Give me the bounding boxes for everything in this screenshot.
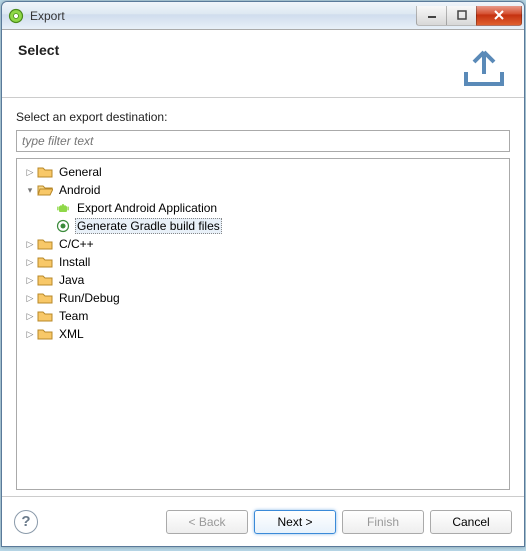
folder-icon <box>37 291 53 305</box>
expand-icon[interactable]: ▷ <box>23 327 37 341</box>
expand-icon[interactable]: ▷ <box>23 273 37 287</box>
tree-node-rundebug[interactable]: ▷ Run/Debug <box>19 289 507 307</box>
window-controls <box>416 6 522 26</box>
tree-node-export-android-app[interactable]: Export Android Application <box>19 199 507 217</box>
folder-icon <box>37 255 53 269</box>
dialog-footer: ? < Back Next > Finish Cancel <box>2 496 524 546</box>
tree-node-general[interactable]: ▷ General <box>19 163 507 181</box>
window-title: Export <box>30 9 416 23</box>
tree-node-xml[interactable]: ▷ XML <box>19 325 507 343</box>
tree-label: Team <box>57 308 90 324</box>
gradle-icon <box>55 219 71 233</box>
close-button[interactable] <box>476 6 522 26</box>
tree-label: Android <box>57 182 102 198</box>
tree-node-team[interactable]: ▷ Team <box>19 307 507 325</box>
back-button[interactable]: < Back <box>166 510 248 534</box>
destination-tree[interactable]: ▷ General ▾ Android <box>16 158 510 490</box>
tree-label: C/C++ <box>57 236 96 252</box>
maximize-button[interactable] <box>446 6 476 26</box>
expand-icon[interactable]: ▷ <box>23 255 37 269</box>
cancel-button[interactable]: Cancel <box>430 510 512 534</box>
tree-label: Run/Debug <box>57 290 122 306</box>
tree-node-generate-gradle[interactable]: Generate Gradle build files <box>19 217 507 235</box>
export-dialog: Export Select Select an export destinati… <box>1 1 525 547</box>
instruction-label: Select an export destination: <box>16 110 510 124</box>
finish-button[interactable]: Finish <box>342 510 424 534</box>
tree-node-java[interactable]: ▷ Java <box>19 271 507 289</box>
next-button[interactable]: Next > <box>254 510 336 534</box>
minimize-button[interactable] <box>416 6 446 26</box>
app-icon <box>8 8 24 24</box>
tree-label: Generate Gradle build files <box>75 218 222 234</box>
tree-node-android[interactable]: ▾ Android <box>19 181 507 199</box>
tree-label: XML <box>57 326 86 342</box>
tree-node-cpp[interactable]: ▷ C/C++ <box>19 235 507 253</box>
folder-icon <box>37 327 53 341</box>
help-button[interactable]: ? <box>14 510 38 534</box>
folder-open-icon <box>37 183 53 197</box>
expand-icon[interactable]: ▷ <box>23 291 37 305</box>
export-icon <box>460 42 508 90</box>
expand-icon[interactable]: ▷ <box>23 309 37 323</box>
folder-icon <box>37 237 53 251</box>
folder-icon <box>37 309 53 323</box>
tree-label: General <box>57 164 104 180</box>
android-icon <box>55 201 71 215</box>
dialog-content: Select an export destination: ▷ General … <box>2 98 524 496</box>
folder-icon <box>37 273 53 287</box>
page-title: Select <box>18 42 460 58</box>
tree-node-install[interactable]: ▷ Install <box>19 253 507 271</box>
expand-icon[interactable]: ▷ <box>23 237 37 251</box>
tree-label: Java <box>57 272 86 288</box>
filter-input[interactable] <box>16 130 510 152</box>
dialog-header: Select <box>2 30 524 98</box>
tree-label: Install <box>57 254 92 270</box>
folder-icon <box>37 165 53 179</box>
titlebar[interactable]: Export <box>2 2 524 30</box>
expand-icon[interactable]: ▷ <box>23 165 37 179</box>
collapse-icon[interactable]: ▾ <box>23 183 37 197</box>
tree-label: Export Android Application <box>75 200 219 216</box>
